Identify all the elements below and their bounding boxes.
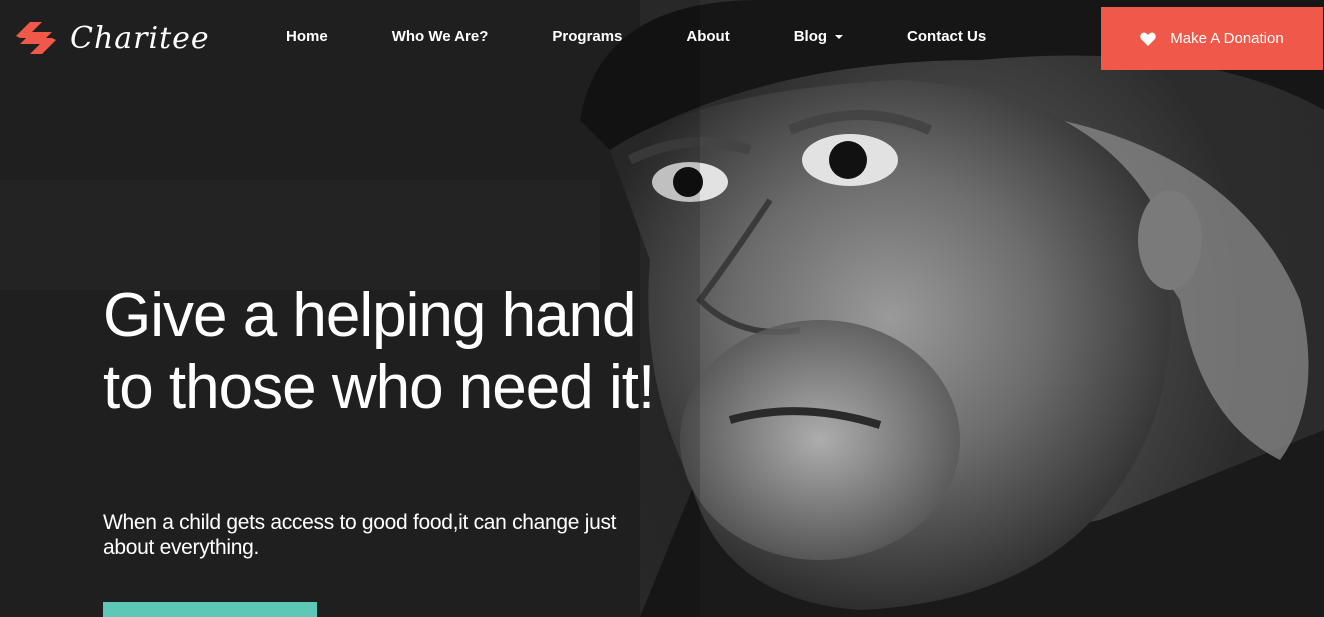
- donate-label: Make A Donation: [1170, 30, 1284, 47]
- nav-item-about[interactable]: About: [686, 28, 729, 45]
- nav-item-label: Who We Are?: [391, 28, 489, 45]
- nav-item-blog[interactable]: Blog: [793, 28, 844, 45]
- nav-item-contact-us[interactable]: Contact Us: [907, 28, 986, 45]
- nav-item-who-we-are[interactable]: Who We Are?: [392, 28, 489, 45]
- site-header: Charitee Home Who We Are? Programs About…: [0, 0, 1324, 78]
- nav-item-label: Blog: [793, 28, 828, 45]
- nav-item-label: Programs: [552, 28, 623, 45]
- nav-item-programs[interactable]: Programs: [552, 28, 622, 45]
- heart-icon: [1140, 32, 1157, 46]
- logo[interactable]: Charitee: [12, 14, 210, 62]
- hero-cta-button[interactable]: [103, 602, 317, 617]
- nav-item-label: Home: [286, 28, 328, 45]
- brand-name: Charitee: [70, 20, 210, 56]
- hero-headline: Give a helping hand to those who need it…: [103, 281, 655, 422]
- make-donation-button[interactable]: Make A Donation: [1101, 7, 1323, 70]
- nav-item-home[interactable]: Home: [286, 28, 328, 45]
- nav-item-label: Contact Us: [907, 28, 987, 45]
- main-nav: Home Who We Are? Programs About Blog Con…: [286, 28, 986, 45]
- hero-subtext: When a child gets access to good food,it…: [103, 511, 617, 559]
- chevron-down-icon: [835, 34, 844, 39]
- nav-item-label: About: [686, 28, 730, 45]
- hand-heart-logo-icon: [16, 22, 56, 54]
- hero-section: Charitee Home Who We Are? Programs About…: [0, 0, 1324, 617]
